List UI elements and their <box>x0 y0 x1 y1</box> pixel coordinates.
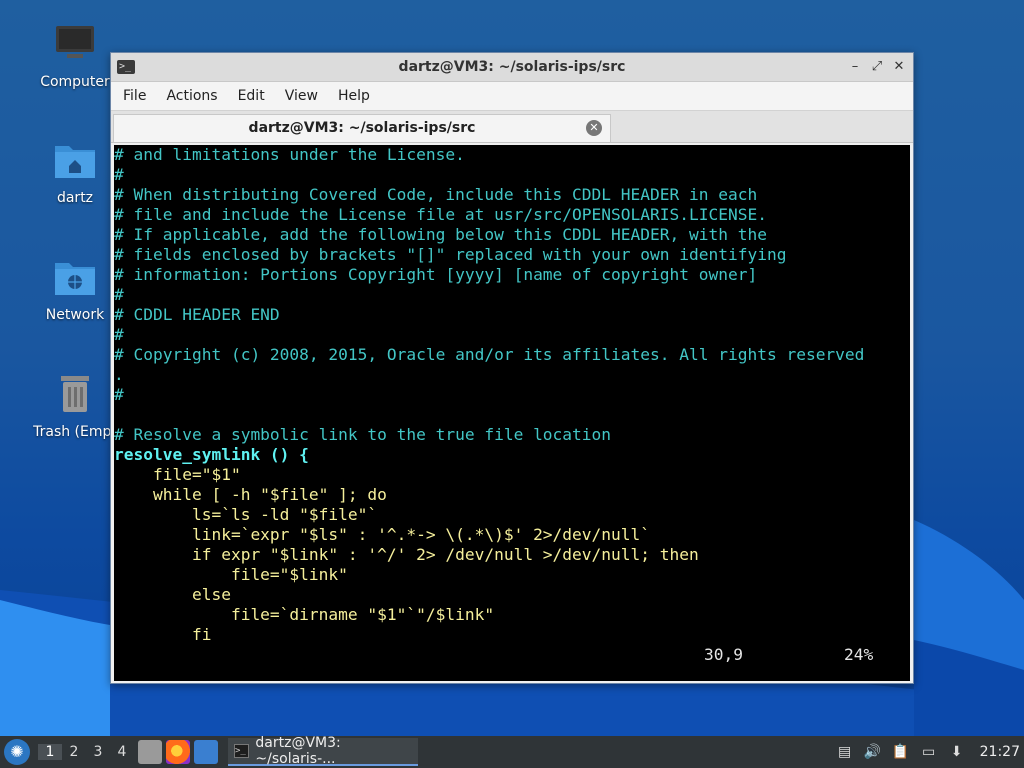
window-titlebar[interactable]: >_ dartz@VM3: ~/solaris-ips/src – ⤢ ✕ <box>111 53 913 82</box>
show-desktop-icon[interactable] <box>194 740 218 764</box>
terminal-tab[interactable]: dartz@VM3: ~/solaris-ips/src ✕ <box>113 114 611 142</box>
workspace-2[interactable]: 2 <box>62 744 86 760</box>
terminal-line: # CDDL HEADER END <box>114 305 280 324</box>
workspace-3[interactable]: 3 <box>86 744 110 760</box>
taskbar-item-label: dartz@VM3: ~/solaris-... <box>255 735 341 767</box>
volume-icon[interactable]: 🔊 <box>864 743 882 761</box>
terminal-line: # Copyright (c) 2008, 2015, Oracle and/o… <box>114 345 865 364</box>
terminal-line: # <box>114 165 124 184</box>
terminal-line: file=`dirname "$1"`"/$link" <box>114 605 495 624</box>
terminal-line-cursor: link=`expr "$ls" : '^.*-> \(.*\)$' 2>/de… <box>114 525 651 544</box>
minimize-button[interactable]: – <box>849 59 861 74</box>
terminal-line: # Resolve a symbolic link to the true fi… <box>114 425 612 444</box>
terminal-line: file="$link" <box>114 565 348 584</box>
terminal-app-icon: >_ <box>234 744 250 758</box>
taskbar: ✺ 1 2 3 4 >_ dartz@VM3: ~/solaris-... ▤ … <box>0 735 1024 768</box>
terminal-line: else <box>114 585 231 604</box>
scroll-percent: 24% <box>844 645 874 664</box>
menu-view[interactable]: View <box>275 88 328 104</box>
terminal-line: . <box>114 365 124 384</box>
computer-icon <box>56 26 94 58</box>
terminal-line: # fields enclosed by brackets "[]" repla… <box>114 245 787 264</box>
tab-label: dartz@VM3: ~/solaris-ips/src <box>248 120 476 136</box>
system-tray: ▤ 🔊 📋 ▭ ⬇ 21:27 <box>836 736 1024 768</box>
terminal-window: >_ dartz@VM3: ~/solaris-ips/src – ⤢ ✕ Fi… <box>110 52 914 684</box>
network-status-icon[interactable]: ▭ <box>920 743 938 761</box>
file-manager-icon[interactable] <box>138 740 162 764</box>
trash-icon <box>61 376 89 412</box>
terminal-line: # and limitations under the License. <box>114 145 465 164</box>
terminal-line: fi <box>114 625 212 644</box>
terminal-line: # When distributing Covered Code, includ… <box>114 185 758 204</box>
app-menu-icon[interactable]: ✺ <box>4 739 30 765</box>
terminal-line: # <box>114 385 124 404</box>
home-folder-icon <box>55 146 95 178</box>
notes-icon[interactable]: ▤ <box>836 743 854 761</box>
firefox-icon[interactable] <box>166 740 190 764</box>
menu-file[interactable]: File <box>113 88 156 104</box>
terminal-line: file="$1" <box>114 465 241 484</box>
menubar: File Actions Edit View Help <box>111 82 913 110</box>
terminal-line: # <box>114 325 124 344</box>
menu-actions[interactable]: Actions <box>156 88 227 104</box>
vim-status-line: 30,9 24% <box>114 645 910 665</box>
terminal-content[interactable]: # and limitations under the License. # #… <box>114 145 910 681</box>
tab-close-icon[interactable]: ✕ <box>586 120 602 136</box>
window-title: dartz@VM3: ~/solaris-ips/src <box>398 59 626 75</box>
terminal-line: if expr "$link" : '^/' 2> /dev/null >/de… <box>114 545 699 564</box>
workspace-4[interactable]: 4 <box>110 744 134 760</box>
taskbar-item-terminal[interactable]: >_ dartz@VM3: ~/solaris-... <box>228 735 418 767</box>
workspace-1[interactable]: 1 <box>38 744 62 760</box>
close-button[interactable]: ✕ <box>893 59 905 74</box>
network-folder-icon <box>55 263 95 295</box>
menu-edit[interactable]: Edit <box>228 88 275 104</box>
terminal-line: # If applicable, add the following below… <box>114 225 767 244</box>
terminal-line: # file and include the License file at u… <box>114 205 767 224</box>
terminal-line: # information: Portions Copyright [yyyy]… <box>114 265 758 284</box>
terminal-line: # <box>114 285 124 304</box>
maximize-button[interactable]: ⤢ <box>871 59 883 74</box>
update-notifier-icon[interactable]: ⬇ <box>948 743 966 761</box>
clock[interactable]: 21:27 <box>980 744 1020 760</box>
terminal-line: ls=`ls -ld "$file"` <box>114 505 378 524</box>
clipboard-icon[interactable]: 📋 <box>892 743 910 761</box>
tab-bar: dartz@VM3: ~/solaris-ips/src ✕ <box>111 110 913 143</box>
cursor-position: 30,9 <box>704 645 743 664</box>
terminal-line: while [ -h "$file" ]; do <box>114 485 387 504</box>
terminal-line: resolve_symlink () { <box>114 445 309 464</box>
menu-help[interactable]: Help <box>328 88 380 104</box>
